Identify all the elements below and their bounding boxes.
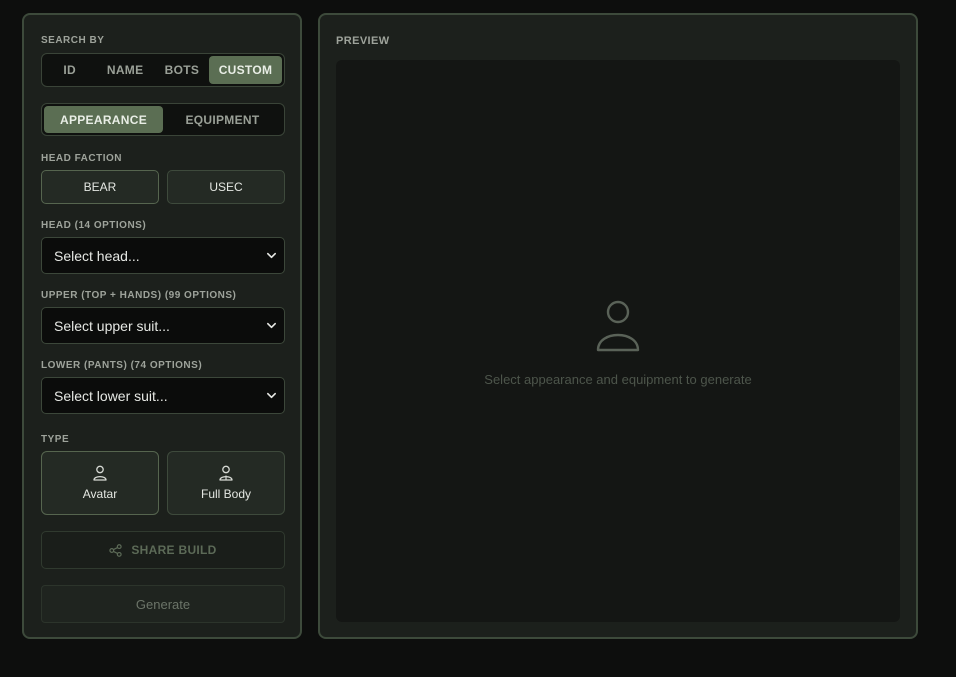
user-icon bbox=[93, 465, 107, 481]
tab-id[interactable]: ID bbox=[44, 56, 95, 84]
preview-placeholder-text: Select appearance and equipment to gener… bbox=[484, 372, 752, 387]
lower-select-value: Select lower suit... bbox=[54, 387, 168, 404]
share-icon bbox=[109, 543, 123, 557]
type-label: TYPE bbox=[41, 434, 70, 445]
share-build-button[interactable]: SHARE BUILD bbox=[41, 531, 285, 569]
mode-tabs: APPEARANCE EQUIPMENT bbox=[41, 103, 285, 136]
share-build-label: SHARE BUILD bbox=[131, 543, 217, 557]
head-select[interactable]: Select head... bbox=[41, 237, 285, 274]
type-full-body-label: Full Body bbox=[200, 487, 252, 501]
user-icon bbox=[596, 300, 640, 352]
faction-bear-button[interactable]: BEAR bbox=[41, 170, 159, 204]
type-avatar-label: Avatar bbox=[82, 487, 118, 501]
tab-name[interactable]: NAME bbox=[95, 56, 155, 84]
preview-area: Select appearance and equipment to gener… bbox=[336, 60, 900, 622]
generate-button[interactable]: Generate bbox=[41, 585, 285, 623]
head-select-value: Select head... bbox=[54, 247, 140, 264]
search-by-label: SEARCH BY bbox=[41, 35, 105, 46]
chevron-down-icon bbox=[267, 252, 276, 259]
tab-bots[interactable]: BOTS bbox=[155, 56, 209, 84]
builder-panel: SEARCH BY ID NAME BOTS CUSTOM APPEARANCE… bbox=[22, 13, 302, 639]
search-by-tabs: ID NAME BOTS CUSTOM bbox=[41, 53, 285, 87]
lower-label: LOWER (PANTS) (74 OPTIONS) bbox=[41, 360, 203, 371]
tab-custom[interactable]: CUSTOM bbox=[208, 56, 282, 84]
preview-title: PREVIEW bbox=[336, 35, 390, 47]
preview-panel: PREVIEW Select appearance and equipment … bbox=[318, 13, 918, 639]
chevron-down-icon bbox=[267, 392, 276, 399]
upper-label: UPPER (TOP + HANDS) (99 OPTIONS) bbox=[41, 290, 237, 301]
type-full-body-button[interactable]: Full Body bbox=[167, 451, 285, 515]
tab-appearance[interactable]: APPEARANCE bbox=[44, 106, 163, 133]
head-label: HEAD (14 OPTIONS) bbox=[41, 220, 147, 231]
upper-select[interactable]: Select upper suit... bbox=[41, 307, 285, 344]
tab-equipment[interactable]: EQUIPMENT bbox=[163, 106, 282, 133]
head-faction-label: HEAD FACTION bbox=[41, 153, 122, 164]
chevron-down-icon bbox=[267, 322, 276, 329]
full-body-icon bbox=[219, 465, 233, 481]
lower-select[interactable]: Select lower suit... bbox=[41, 377, 285, 414]
type-avatar-button[interactable]: Avatar bbox=[41, 451, 159, 515]
faction-usec-button[interactable]: USEC bbox=[167, 170, 285, 204]
upper-select-value: Select upper suit... bbox=[54, 317, 170, 334]
